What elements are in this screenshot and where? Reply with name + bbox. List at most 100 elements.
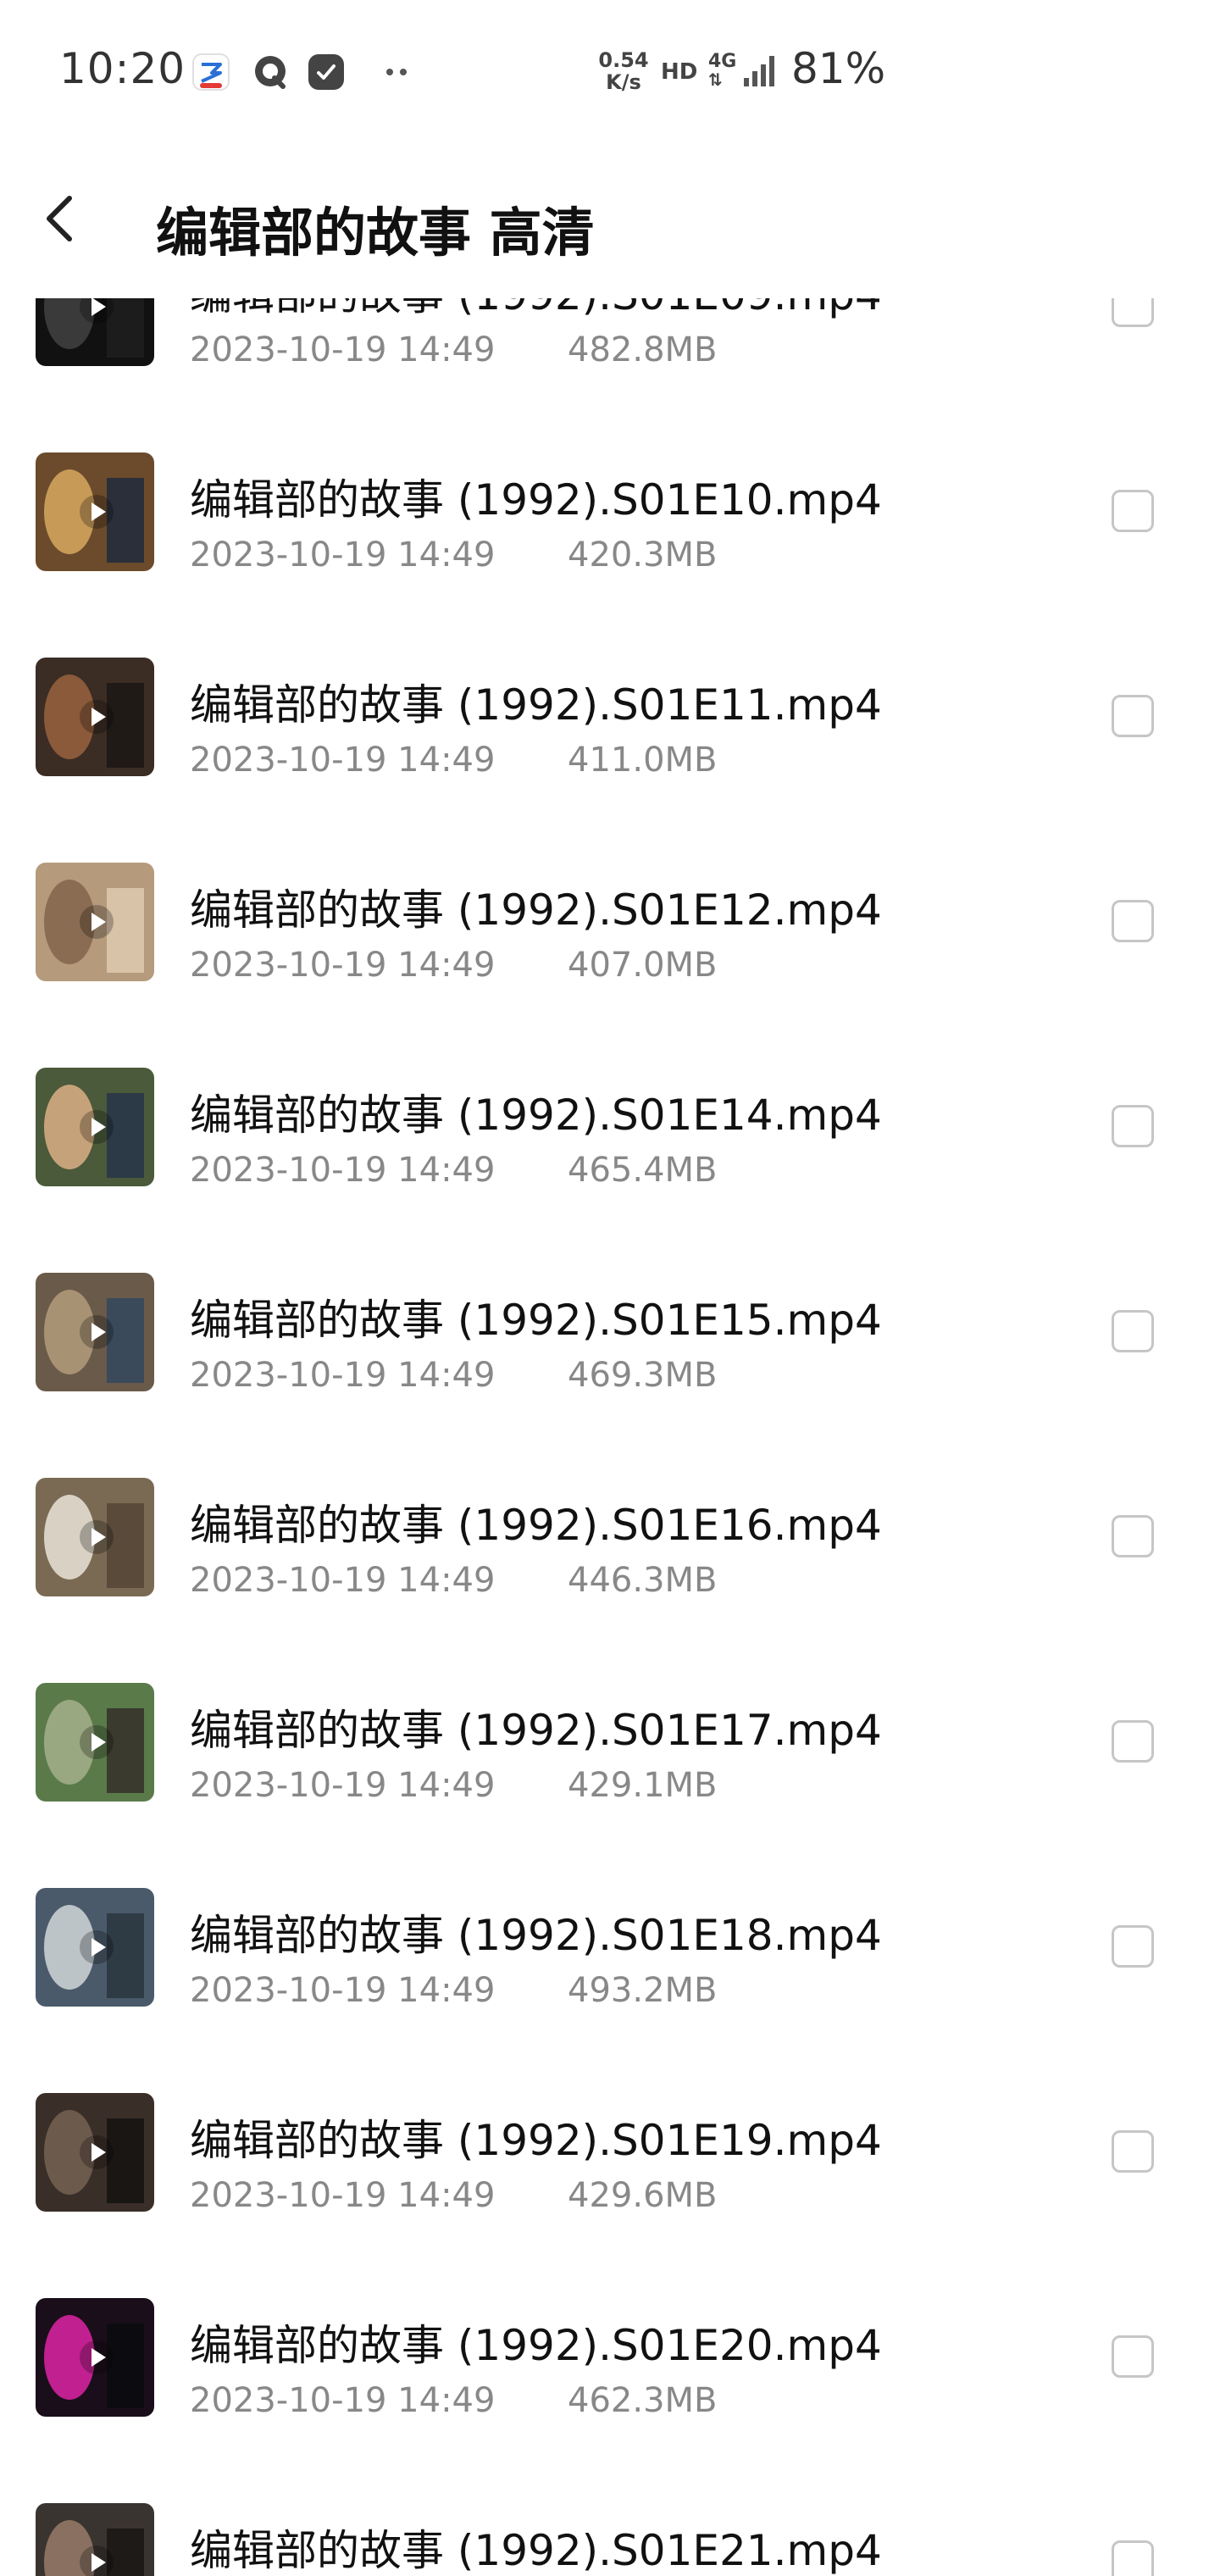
file-date: 2023-10-19 14:49 bbox=[190, 330, 496, 369]
select-checkbox[interactable] bbox=[1112, 1720, 1154, 1763]
play-icon bbox=[80, 2135, 114, 2169]
video-thumbnail[interactable] bbox=[36, 658, 154, 776]
network-speed: 0.54 K/s bbox=[598, 49, 649, 93]
video-thumbnail[interactable] bbox=[36, 298, 154, 366]
file-date: 2023-10-19 14:49 bbox=[190, 1971, 496, 2010]
status-time: 10:20 bbox=[59, 44, 186, 93]
video-thumbnail[interactable] bbox=[36, 1478, 154, 1596]
network-speed-value: 0.54 bbox=[598, 48, 649, 72]
list-item[interactable]: 编辑部的故事 (1992).S01E16.mp4 2023-10-19 14:49… bbox=[0, 1408, 1220, 1613]
video-thumbnail[interactable] bbox=[36, 2093, 154, 2212]
file-meta: 2023-10-19 14:49 493.2MB bbox=[190, 1971, 717, 2010]
select-checkbox[interactable] bbox=[1112, 1515, 1154, 1557]
list-item[interactable]: 编辑部的故事 (1992).S01E19.mp4 2023-10-19 14:49… bbox=[0, 2024, 1220, 2229]
play-icon bbox=[80, 1315, 114, 1349]
network-speed-unit: K/s bbox=[606, 70, 641, 94]
select-checkbox[interactable] bbox=[1112, 900, 1154, 942]
list-item[interactable]: 编辑部的故事 (1992).S01E14.mp4 2023-10-19 14:49… bbox=[0, 998, 1220, 1203]
play-icon bbox=[80, 1930, 114, 1964]
file-meta: 2023-10-19 14:49 465.4MB bbox=[190, 1151, 717, 1190]
chat-icon bbox=[255, 56, 286, 89]
chevron-left-icon[interactable] bbox=[30, 185, 98, 253]
play-icon bbox=[80, 298, 114, 324]
file-size: 446.3MB bbox=[568, 1561, 718, 1600]
file-date: 2023-10-19 14:49 bbox=[190, 536, 496, 575]
file-name: 编辑部的故事 (1992).S01E20.mp4 bbox=[190, 2321, 882, 2370]
list-item[interactable]: 编辑部的故事 (1992).S01E12.mp4 2023-10-19 14:49… bbox=[0, 793, 1220, 998]
file-date: 2023-10-19 14:49 bbox=[190, 1766, 496, 1805]
video-thumbnail[interactable] bbox=[36, 1068, 154, 1186]
file-size: 465.4MB bbox=[568, 1151, 718, 1190]
list-item[interactable]: 编辑部的故事 (1992).S01E09.mp4 2023-10-19 14:49… bbox=[0, 298, 1220, 383]
file-date: 2023-10-19 14:49 bbox=[190, 2176, 496, 2215]
select-checkbox[interactable] bbox=[1112, 298, 1154, 327]
file-date: 2023-10-19 14:49 bbox=[190, 946, 496, 985]
file-name: 编辑部的故事 (1992).S01E21.mp4 bbox=[190, 2526, 882, 2575]
file-name: 编辑部的故事 (1992).S01E19.mp4 bbox=[190, 2116, 882, 2165]
file-meta: 2023-10-19 14:49 429.6MB bbox=[190, 2176, 717, 2215]
select-checkbox[interactable] bbox=[1112, 490, 1154, 532]
select-checkbox[interactable] bbox=[1112, 1925, 1154, 1968]
select-checkbox[interactable] bbox=[1112, 2335, 1154, 2378]
file-date: 2023-10-19 14:49 bbox=[190, 741, 496, 780]
play-icon bbox=[80, 1520, 114, 1554]
file-date: 2023-10-19 14:49 bbox=[190, 1356, 496, 1395]
file-name: 编辑部的故事 (1992).S01E10.mp4 bbox=[190, 475, 882, 525]
video-thumbnail[interactable] bbox=[36, 863, 154, 981]
file-name: 编辑部的故事 (1992).S01E17.mp4 bbox=[190, 1706, 882, 1755]
video-thumbnail[interactable] bbox=[36, 452, 154, 571]
hd-indicator: HD bbox=[661, 59, 698, 85]
list-item[interactable]: 编辑部的故事 (1992).S01E21.mp42023-10-19 14:49… bbox=[0, 2434, 1220, 2576]
file-name: 编辑部的故事 (1992).S01E14.mp4 bbox=[190, 1091, 882, 1140]
file-size: 462.3MB bbox=[568, 2381, 718, 2420]
select-checkbox[interactable] bbox=[1112, 1105, 1154, 1147]
file-size: 429.1MB bbox=[568, 1766, 718, 1805]
select-checkbox[interactable] bbox=[1112, 1310, 1154, 1352]
list-item[interactable]: 编辑部的故事 (1992).S01E10.mp4 2023-10-19 14:49… bbox=[0, 383, 1220, 588]
data-arrows-icon: ⇅ bbox=[708, 69, 723, 90]
list-item[interactable]: 编辑部的故事 (1992).S01E17.mp4 2023-10-19 14:49… bbox=[0, 1613, 1220, 1818]
video-thumbnail[interactable] bbox=[36, 1273, 154, 1391]
select-checkbox[interactable] bbox=[1112, 695, 1154, 737]
video-thumbnail[interactable] bbox=[36, 2298, 154, 2417]
file-meta: 2023-10-19 14:49 462.3MB bbox=[190, 2381, 717, 2420]
file-size: 493.2MB bbox=[568, 1971, 718, 2010]
list-item[interactable]: 编辑部的故事 (1992).S01E15.mp4 2023-10-19 14:49… bbox=[0, 1203, 1220, 1408]
play-icon bbox=[80, 1110, 114, 1144]
file-date: 2023-10-19 14:49 bbox=[190, 1151, 496, 1190]
file-date: 2023-10-19 14:49 bbox=[190, 2381, 496, 2420]
play-icon bbox=[80, 2545, 114, 2576]
more-dots-icon bbox=[386, 69, 407, 75]
select-checkbox[interactable] bbox=[1112, 2130, 1154, 2173]
file-name: 编辑部的故事 (1992).S01E15.mp4 bbox=[190, 1296, 882, 1345]
file-size: 469.3MB bbox=[568, 1356, 718, 1395]
play-icon bbox=[80, 1725, 114, 1759]
file-size: 411.0MB bbox=[568, 741, 718, 780]
file-name: 编辑部的故事 (1992).S01E11.mp4 bbox=[190, 680, 882, 730]
file-list: 编辑部的故事 (1992).S01E09.mp4 2023-10-19 14:49… bbox=[0, 298, 1220, 2576]
security-app-icon bbox=[308, 54, 344, 90]
list-item[interactable]: 编辑部的故事 (1992).S01E11.mp4 2023-10-19 14:49… bbox=[0, 588, 1220, 793]
file-name: 编辑部的故事 (1992).S01E09.mp4 bbox=[190, 298, 882, 322]
file-date: 2023-10-19 14:49 bbox=[190, 1561, 496, 1600]
file-meta: 2023-10-19 14:49 429.1MB bbox=[190, 1766, 717, 1805]
file-meta: 2023-10-19 14:49 446.3MB bbox=[190, 1561, 717, 1600]
file-name: 编辑部的故事 (1992).S01E12.mp4 bbox=[190, 886, 882, 935]
list-item[interactable]: 编辑部的故事 (1992).S01E20.mp4 2023-10-19 14:49… bbox=[0, 2229, 1220, 2434]
select-checkbox[interactable] bbox=[1112, 2540, 1154, 2576]
file-meta: 2023-10-19 14:49 407.0MB bbox=[190, 946, 717, 985]
file-meta: 2023-10-19 14:49 469.3MB bbox=[190, 1356, 717, 1395]
play-icon bbox=[80, 905, 114, 939]
video-thumbnail[interactable] bbox=[36, 1683, 154, 1802]
file-name: 编辑部的故事 (1992).S01E18.mp4 bbox=[190, 1911, 882, 1960]
video-thumbnail[interactable] bbox=[36, 1888, 154, 2007]
list-item[interactable]: 编辑部的故事 (1992).S01E18.mp4 2023-10-19 14:49… bbox=[0, 1818, 1220, 2024]
status-bar: 10:20 0.54 K/s HD 4G ⇅ 81% bbox=[0, 0, 1220, 146]
play-icon bbox=[80, 2340, 114, 2374]
file-size: 420.3MB bbox=[568, 536, 718, 575]
file-meta: 2023-10-19 14:49 482.8MB bbox=[190, 330, 717, 369]
battery-level: 81% bbox=[791, 44, 886, 93]
video-thumbnail[interactable] bbox=[36, 2503, 154, 2576]
network-type: 4G ⇅ bbox=[708, 53, 736, 90]
file-list-viewport[interactable]: 编辑部的故事 (1992).S01E09.mp4 2023-10-19 14:49… bbox=[0, 298, 1220, 2576]
